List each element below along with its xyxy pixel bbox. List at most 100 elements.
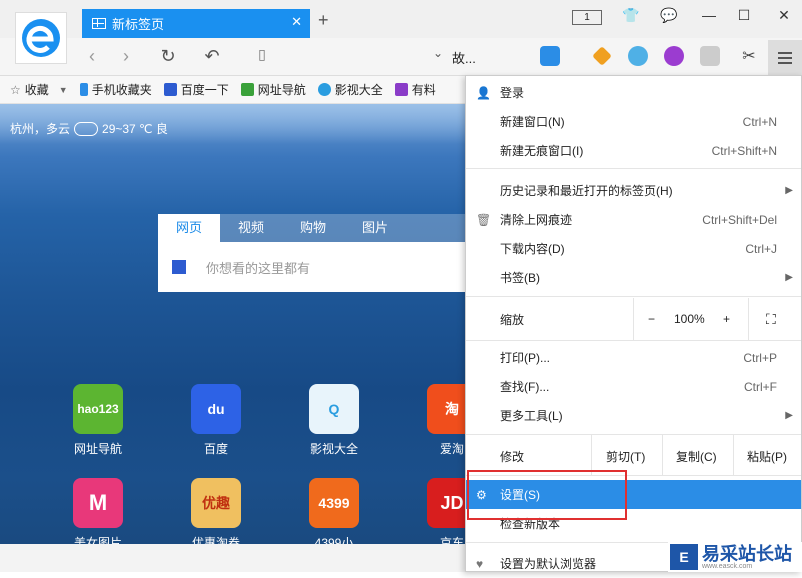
search-input[interactable]: 你想看的这里都有 xyxy=(158,242,478,292)
zoom-value: 100% xyxy=(674,312,705,326)
edit-divider xyxy=(733,435,734,475)
menu-label: 书签(B) xyxy=(500,271,540,285)
image-icon[interactable] xyxy=(700,46,720,66)
search-tab-video[interactable]: 视频 xyxy=(220,214,282,242)
bookmark-favorites[interactable]: ☆ 收藏 ▼ xyxy=(10,81,68,98)
menu-history[interactable]: 历史记录和最近打开的标签页(H) ▶ xyxy=(466,176,801,205)
watermark-subtext: www.easck.com xyxy=(702,562,753,570)
back-button[interactable]: ‹ xyxy=(80,46,104,67)
scissors-icon[interactable]: ✂ xyxy=(737,46,761,66)
main-menu-button[interactable] xyxy=(768,40,802,75)
menu-label: 设置为默认浏览器 xyxy=(500,557,597,571)
minimize-button[interactable]: — xyxy=(695,7,723,23)
bookmark-video[interactable]: 影视大全 xyxy=(317,81,383,98)
chevron-down-icon[interactable]: ⌄ xyxy=(426,46,450,60)
menu-new-window[interactable]: 新建窗口(N) Ctrl+N xyxy=(466,107,801,136)
menu-incognito[interactable]: 新建无痕窗口(I) Ctrl+Shift+N xyxy=(466,136,801,165)
new-tab-button[interactable]: + xyxy=(318,10,329,31)
bookmark-baidu[interactable]: 百度一下 xyxy=(163,81,229,98)
watermark-logo-icon: E xyxy=(670,544,698,570)
4399-icon: 4399 xyxy=(309,478,359,528)
menu-label: 新建窗口(N) xyxy=(500,115,565,129)
baidu-paw-icon xyxy=(163,83,177,96)
feedback-icon[interactable]: 💬 xyxy=(655,7,683,24)
menu-shortcut: Ctrl+J xyxy=(745,241,777,256)
refresh-button[interactable]: ↻ xyxy=(156,46,180,67)
search-placeholder: 你想看的这里都有 xyxy=(206,260,311,276)
close-button[interactable]: ✕ xyxy=(770,7,798,24)
bookmark-label: 手机收藏夹 xyxy=(91,83,152,97)
search-tab-shopping[interactable]: 购物 xyxy=(282,214,344,242)
shirt-icon[interactable]: 👕 xyxy=(617,7,645,24)
trash-icon: 🗑 xyxy=(476,212,492,227)
paste-button[interactable]: 粘贴(P) xyxy=(747,448,787,465)
app-tile[interactable]: du 百度 xyxy=(186,384,246,457)
app-label: 优惠淘券 xyxy=(191,536,240,544)
heart-icon: ♥ xyxy=(476,556,484,571)
menu-downloads[interactable]: 下载内容(D) Ctrl+J xyxy=(466,234,801,263)
hao123-icon: hao123 xyxy=(73,384,123,434)
baidu-paw-icon[interactable] xyxy=(172,260,186,274)
weather-widget[interactable]: 杭州，多云 29~37 ℃ 良 xyxy=(10,120,168,137)
bookmark-hao[interactable]: 网址导航 xyxy=(240,81,306,98)
fullscreen-icon[interactable]: ⛶ xyxy=(766,311,776,328)
menu-find[interactable]: 查找(F)... Ctrl+F xyxy=(466,372,801,401)
menu-print[interactable]: 打印(P)... Ctrl+P xyxy=(466,343,801,372)
bookmark-label: 百度一下 xyxy=(180,83,229,97)
menu-shortcut: Ctrl+Shift+Del xyxy=(702,212,777,227)
app-label: 网址导航 xyxy=(73,442,122,456)
bookmark-youliao[interactable]: 有料 xyxy=(394,81,436,98)
menu-shortcut: Ctrl+P xyxy=(743,350,777,365)
menu-label: 清除上网痕迹 xyxy=(500,213,573,227)
coupon-icon: 优趣 xyxy=(191,478,241,528)
bookmark-label: 网址导航 xyxy=(257,83,306,97)
zoom-divider xyxy=(748,298,749,340)
search-tab-web[interactable]: 网页 xyxy=(158,214,220,242)
forward-button[interactable]: › xyxy=(114,46,138,67)
app-tile[interactable]: hao123 网址导航 xyxy=(68,384,128,457)
app-label: 京东 xyxy=(439,536,464,544)
video-icon: Q xyxy=(309,384,359,434)
edit-label: 修改 xyxy=(500,450,525,464)
film-icon[interactable] xyxy=(664,46,684,66)
apps-icon[interactable] xyxy=(540,46,560,66)
menu-clear-history[interactable]: 🗑 清除上网痕迹 Ctrl+Shift+Del xyxy=(466,205,801,234)
page-icon: ▯ xyxy=(258,46,266,62)
search-tab-images[interactable]: 图片 xyxy=(344,214,406,242)
restore-button[interactable]: ☐ xyxy=(730,7,758,24)
app-tile[interactable]: Q 影视大全 xyxy=(304,384,364,457)
undo-button[interactable]: ↶ xyxy=(200,46,224,67)
menu-shortcut: Ctrl+Shift+N xyxy=(711,143,777,158)
app-tile[interactable]: 优趣 优惠淘券 xyxy=(186,478,246,544)
bird-icon[interactable] xyxy=(628,46,648,66)
menu-login[interactable]: 👤 登录 xyxy=(466,78,801,107)
menu-more-tools[interactable]: 更多工具(L) ▶ xyxy=(466,401,801,430)
page-count-badge[interactable]: 1 xyxy=(572,10,602,25)
bookmark-mobile[interactable]: 手机收藏夹 xyxy=(79,81,152,98)
video-icon xyxy=(317,83,331,96)
tab-close-button[interactable]: ✕ xyxy=(291,14,302,30)
search-tabs: 网页 视频 购物 图片 xyxy=(158,214,478,242)
grid-icon xyxy=(92,18,106,29)
menu-shortcut: Ctrl+F xyxy=(744,379,777,394)
zoom-out-button[interactable]: − xyxy=(648,312,655,326)
app-label: 美女图片 xyxy=(73,536,122,544)
edit-divider xyxy=(662,435,663,475)
address-bar[interactable]: 故... xyxy=(452,48,476,67)
bookmark-label: 收藏 xyxy=(24,83,49,97)
menu-divider xyxy=(466,296,801,297)
zoom-in-button[interactable]: + xyxy=(723,312,730,326)
tab-new-tab[interactable]: 新标签页 ✕ xyxy=(82,9,310,38)
copy-button[interactable]: 复制(C) xyxy=(676,448,717,465)
chevron-right-icon: ▶ xyxy=(785,272,793,283)
menu-label: 历史记录和最近打开的标签页(H) xyxy=(500,184,673,198)
tab-title: 新标签页 xyxy=(112,17,165,32)
watermark-text: 易采站长站 xyxy=(702,543,792,564)
menu-bookmarks[interactable]: 书签(B) ▶ xyxy=(466,263,801,292)
app-label: 4399小 xyxy=(314,536,354,544)
app-label: 爱淘 xyxy=(439,442,464,456)
cut-button[interactable]: 剪切(T) xyxy=(606,448,645,465)
menu-edit-row: 修改 剪切(T) 复制(C) 粘贴(P) xyxy=(466,435,801,475)
app-tile[interactable]: M 美女图片 xyxy=(68,478,128,544)
app-tile[interactable]: 4399 4399小 xyxy=(304,478,364,544)
